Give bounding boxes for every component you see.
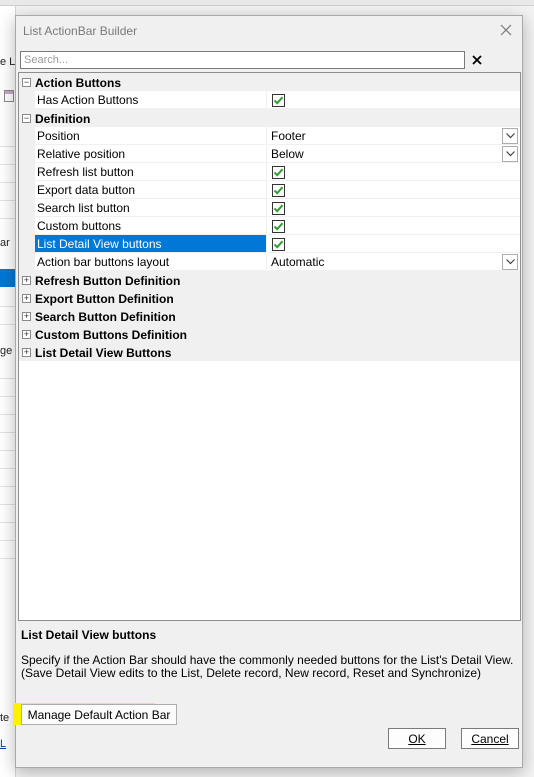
relative-position-value[interactable]: Below (268, 145, 520, 163)
category-list-detail-view-buttons[interactable]: + List Detail View Buttons (19, 343, 520, 361)
expand-icon[interactable]: + (22, 312, 31, 321)
expand-icon[interactable]: + (22, 276, 31, 285)
search-list-button-checkbox[interactable] (272, 202, 285, 215)
category-label: List Detail View Buttons (35, 346, 172, 360)
cancel-button[interactable]: Cancel (461, 728, 519, 749)
ok-button-label: OK (408, 731, 426, 746)
checkmark-icon (273, 186, 284, 195)
property-name: Search list button (35, 199, 267, 217)
background-left-panel: e Li ar ge te I L (0, 6, 16, 777)
background-text: ge (0, 345, 13, 357)
cancel-button-label: Cancel (471, 731, 509, 746)
property-grid: − Action Buttons Has Action Buttons − De… (18, 72, 521, 621)
property-name: Relative position (35, 145, 267, 163)
background-text: ar (0, 237, 10, 249)
chevron-down-icon[interactable] (502, 128, 518, 144)
ok-button[interactable]: OK (388, 728, 446, 749)
chevron-down-icon[interactable] (502, 146, 518, 162)
category-refresh-button-definition[interactable]: + Refresh Button Definition (19, 271, 520, 289)
property-name-selected: List Detail View buttons (35, 235, 267, 253)
checkmark-icon (273, 240, 284, 249)
property-name: Action bar buttons layout (35, 253, 267, 271)
background-text: e Li (0, 56, 16, 68)
close-icon[interactable] (496, 20, 516, 40)
expand-icon[interactable]: + (22, 348, 31, 357)
category-label: Action Buttons (35, 76, 121, 90)
category-label: Custom Buttons Definition (35, 328, 187, 342)
title-bar: List ActionBar Builder (16, 16, 522, 46)
category-label: Refresh Button Definition (35, 274, 181, 288)
search-input[interactable] (20, 51, 465, 69)
category-action-buttons[interactable]: − Action Buttons (19, 73, 520, 91)
collapse-icon[interactable]: − (22, 78, 31, 87)
dialog-title: List ActionBar Builder (23, 24, 138, 38)
expand-icon[interactable]: + (22, 330, 31, 339)
list-actionbar-builder-dialog: List ActionBar Builder − Action Buttons … (13, 15, 523, 768)
category-search-button-definition[interactable]: + Search Button Definition (19, 307, 520, 325)
property-name: Has Action Buttons (35, 91, 267, 109)
property-name: Position (35, 127, 267, 145)
collapse-icon[interactable]: − (22, 114, 31, 123)
property-name: Custom buttons (35, 217, 267, 235)
export-data-button-checkbox[interactable] (272, 184, 285, 197)
checkmark-icon (273, 222, 284, 231)
property-row-custom-buttons[interactable]: Custom buttons (19, 217, 520, 235)
refresh-list-button-checkbox[interactable] (272, 166, 285, 179)
property-row-has-action-buttons[interactable]: Has Action Buttons (19, 91, 520, 109)
checkmark-icon (273, 96, 284, 105)
description-title: List Detail View buttons (21, 628, 157, 642)
has-action-buttons-checkbox[interactable] (272, 94, 285, 107)
category-export-button-definition[interactable]: + Export Button Definition (19, 289, 520, 307)
list-detail-view-buttons-checkbox[interactable] (272, 238, 285, 251)
property-row-relative-position[interactable]: Relative position Below (19, 145, 520, 163)
property-row-list-detail-view-buttons[interactable]: List Detail View buttons (19, 235, 520, 253)
background-toolbar (0, 0, 534, 6)
property-row-action-bar-buttons-layout[interactable]: Action bar buttons layout Automatic (19, 253, 520, 271)
property-row-refresh-list-button[interactable]: Refresh list button (19, 163, 520, 181)
background-selected-row (0, 269, 15, 287)
checkmark-icon (273, 168, 284, 177)
expand-icon[interactable]: + (22, 294, 31, 303)
property-value (268, 91, 520, 109)
category-label: Export Button Definition (35, 292, 174, 306)
action-bar-buttons-layout-value[interactable]: Automatic (268, 253, 520, 271)
clear-search-icon[interactable] (469, 51, 485, 69)
category-label: Definition (35, 112, 91, 126)
category-label: Search Button Definition (35, 310, 176, 324)
chevron-down-icon[interactable] (502, 254, 518, 270)
manage-default-action-bar-button[interactable]: Manage Default Action Bar (21, 704, 177, 725)
category-custom-buttons-definition[interactable]: + Custom Buttons Definition (19, 325, 520, 343)
category-definition[interactable]: − Definition (19, 109, 520, 127)
table-icon (4, 90, 14, 102)
background-link: L (0, 738, 7, 750)
property-row-position[interactable]: Position Footer (19, 127, 520, 145)
custom-buttons-checkbox[interactable] (272, 220, 285, 233)
property-name: Refresh list button (35, 163, 267, 181)
description-text: Specify if the Action Bar should have th… (21, 653, 514, 680)
checkmark-icon (273, 204, 284, 213)
property-row-export-data-button[interactable]: Export data button (19, 181, 520, 199)
property-name: Export data button (35, 181, 267, 199)
position-value[interactable]: Footer (268, 127, 520, 145)
property-row-search-list-button[interactable]: Search list button (19, 199, 520, 217)
